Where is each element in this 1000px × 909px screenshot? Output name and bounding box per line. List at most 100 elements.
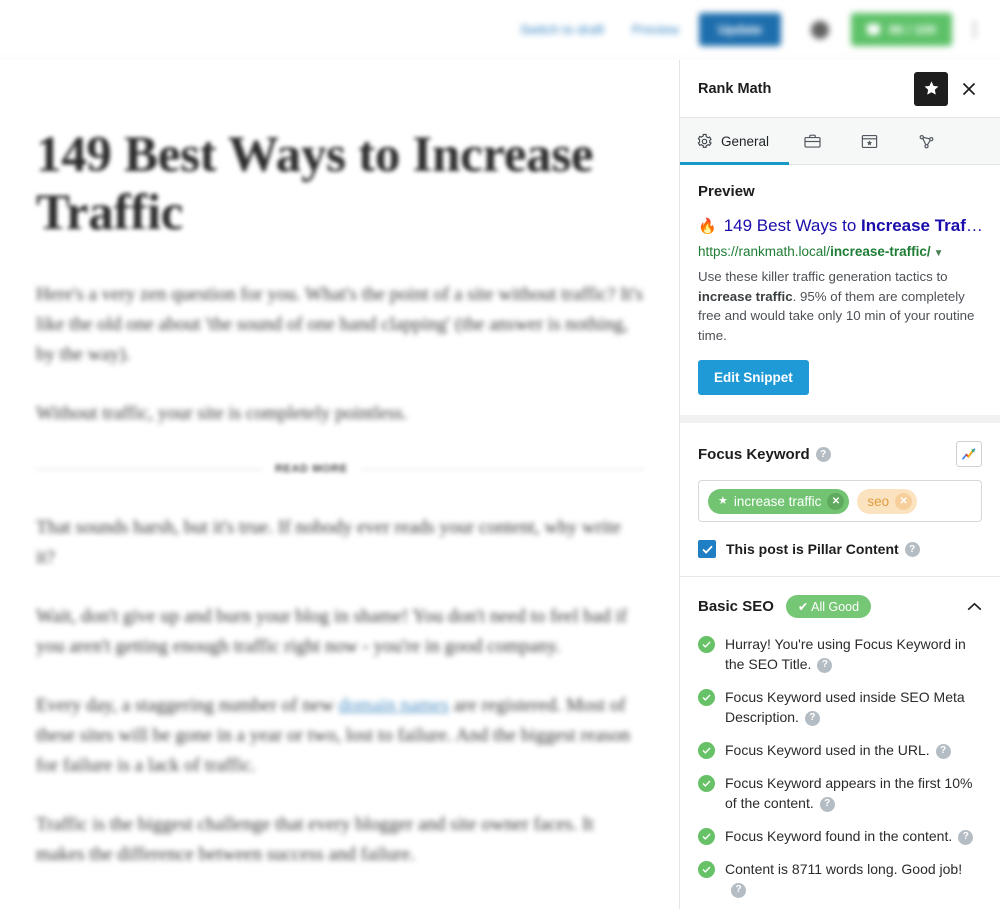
check-icon [698, 742, 715, 759]
snippet-title-text: 149 Best Ways to Increase Traf… [723, 216, 982, 235]
page-title[interactable]: 149 Best Ways to Increase Traffic [36, 126, 643, 242]
list-item: Focus Keyword found in the content.? [698, 826, 982, 846]
list-item-label: Content is 8711 words long. Good job!? [725, 859, 982, 899]
remove-icon[interactable]: ✕ [895, 492, 913, 510]
divider-rule-left [36, 468, 261, 470]
check-icon [698, 775, 715, 792]
basic-seo-heading: Basic SEO [698, 598, 774, 615]
update-button[interactable]: Update [698, 13, 781, 46]
snippet-description[interactable]: Use these killer traffic generation tact… [698, 267, 982, 345]
help-icon[interactable]: ? [815, 447, 831, 463]
star-icon[interactable] [914, 71, 948, 106]
fire-emoji: 🔥 [698, 218, 717, 235]
sidebar-title: Rank Math [698, 80, 772, 97]
divider-rule-right [361, 468, 643, 470]
paragraph-with-link[interactable]: Every day, a staggering number of new do… [36, 691, 643, 781]
rank-math-editor-screen: Switch to draft Preview Update 86 / 100 … [0, 0, 1000, 909]
paragraph[interactable]: Without traffic, your site is completely… [36, 399, 643, 429]
keyword-tag-label: seo [867, 493, 890, 509]
paragraph[interactable]: Here's a very zen question for you. What… [36, 280, 643, 370]
list-item: Hurray! You're using Focus Keyword in th… [698, 634, 982, 674]
check-icon [698, 828, 715, 845]
focus-keyword-heading: Focus Keyword? [698, 446, 956, 463]
paragraph[interactable]: That sounds harsh, but it's true. If nob… [36, 513, 643, 573]
pillar-content-row[interactable]: This post is Pillar Content? [698, 540, 982, 558]
seo-score-button[interactable]: 86 / 100 [851, 13, 952, 46]
tab-general[interactable]: General [680, 118, 790, 165]
edit-snippet-button[interactable]: Edit Snippet [698, 360, 809, 395]
check-icon [698, 689, 715, 706]
list-item-label: Hurray! You're using Focus Keyword in th… [725, 636, 966, 673]
help-icon[interactable]: ? [958, 829, 974, 845]
check-icon [698, 636, 715, 653]
list-item: Content is 8711 words long. Good job!? [698, 859, 982, 899]
pillar-content-checkbox[interactable] [698, 540, 716, 558]
focus-keyword-header: Focus Keyword? [698, 441, 982, 467]
tab-social[interactable] [917, 118, 960, 164]
rank-math-logo-icon [867, 24, 880, 35]
domain-names-link[interactable]: domain names [339, 695, 449, 716]
desc-keyword: increase traffic [698, 288, 793, 304]
snippet-url-domain: https://rankmath.local/ [698, 244, 831, 259]
list-item: Focus Keyword used inside SEO Meta Descr… [698, 687, 982, 727]
keyword-tag-label: increase traffic [733, 493, 822, 509]
snippet-title[interactable]: 🔥 149 Best Ways to Increase Traf… [698, 214, 982, 238]
link-text-before: Every day, a staggering number of new [36, 695, 339, 716]
list-item: Focus Keyword used in the URL.? [698, 740, 982, 760]
help-icon[interactable]: ? [819, 796, 835, 812]
preview-heading: Preview [698, 183, 755, 200]
read-more-label: READ MORE [275, 463, 348, 475]
focus-keyword-input[interactable]: ★ increase traffic ✕ seo ✕ [698, 480, 982, 522]
list-item: Focus Keyword appears in the first 10% o… [698, 773, 982, 813]
tab-schema[interactable] [860, 118, 903, 164]
help-icon[interactable]: ? [935, 743, 951, 759]
sidebar-scroll-area[interactable]: Preview 🔥 149 Best Ways to Increase Traf… [680, 165, 1000, 909]
star-icon: ★ [718, 494, 728, 507]
keyword-tag-secondary[interactable]: seo ✕ [857, 488, 918, 514]
paragraph[interactable]: Traffic is the biggest challenge that ev… [36, 810, 643, 870]
chevron-down-icon[interactable]: ▼ [934, 248, 944, 259]
snippet-preview-section: Preview 🔥 149 Best Ways to Increase Traf… [680, 165, 1000, 423]
pillar-content-text: This post is Pillar Content [726, 540, 899, 557]
status-badge: ✔ All Good [785, 595, 872, 618]
list-item-label: Focus Keyword appears in the first 10% o… [725, 775, 973, 812]
basic-seo-header[interactable]: Basic SEO ✔ All Good [698, 595, 982, 618]
sidebar-header: Rank Math [680, 60, 1000, 118]
help-icon[interactable]: ? [804, 710, 820, 726]
pillar-content-label: This post is Pillar Content? [726, 541, 920, 558]
desc-part-1: Use these killer traffic generation tact… [698, 269, 948, 284]
read-more-divider[interactable]: READ MORE [36, 463, 643, 475]
keyword-tag-primary[interactable]: ★ increase traffic ✕ [708, 488, 850, 514]
check-icon [698, 861, 715, 878]
close-icon[interactable] [952, 72, 986, 106]
focus-keyword-section: Focus Keyword? ★ increase traffic ✕ seo … [680, 423, 1000, 577]
seo-score-value: 86 / 100 [889, 22, 936, 37]
google-trends-icon[interactable] [956, 441, 982, 467]
focus-keyword-heading-label: Focus Keyword [698, 445, 810, 463]
post-editor-canvas[interactable]: 149 Best Ways to Increase Traffic Here's… [0, 60, 679, 909]
help-icon[interactable]: ? [817, 657, 833, 673]
more-options-icon[interactable] [960, 22, 988, 37]
remove-icon[interactable]: ✕ [827, 492, 845, 510]
list-item-label: Focus Keyword used in the URL.? [725, 740, 951, 760]
help-icon[interactable]: ? [731, 882, 746, 898]
seo-check-list: Hurray! You're using Focus Keyword in th… [698, 634, 982, 899]
preview-button[interactable]: Preview [618, 22, 693, 37]
snippet-url[interactable]: https://rankmath.local/increase-traffic/… [698, 242, 982, 263]
switch-to-draft-button[interactable]: Switch to draft [506, 22, 618, 37]
sidebar-tabs: General [680, 118, 1000, 165]
paragraph[interactable]: Wait, don't give up and burn your blog i… [36, 602, 643, 662]
help-icon[interactable]: ? [904, 542, 920, 558]
settings-gear-icon[interactable] [811, 20, 829, 39]
rank-math-sidebar: Rank Math General Preview 🔥 149 Best Way… [679, 60, 1000, 909]
post-content-after-more[interactable]: That sounds harsh, but it's true. If nob… [36, 513, 643, 870]
editor-toolbar: Switch to draft Preview Update 86 / 100 [0, 0, 1000, 60]
post-content[interactable]: Here's a very zen question for you. What… [36, 280, 643, 429]
snippet-url-slug: increase-traffic/ [830, 244, 931, 259]
list-item-label: Focus Keyword used inside SEO Meta Descr… [725, 689, 965, 726]
tab-advanced[interactable] [803, 118, 846, 164]
chevron-up-icon[interactable] [967, 598, 982, 616]
basic-seo-section: Basic SEO ✔ All Good Hurray! You're usin… [680, 577, 1000, 909]
list-item-label: Focus Keyword found in the content.? [725, 826, 974, 846]
tab-general-label: General [721, 133, 770, 149]
